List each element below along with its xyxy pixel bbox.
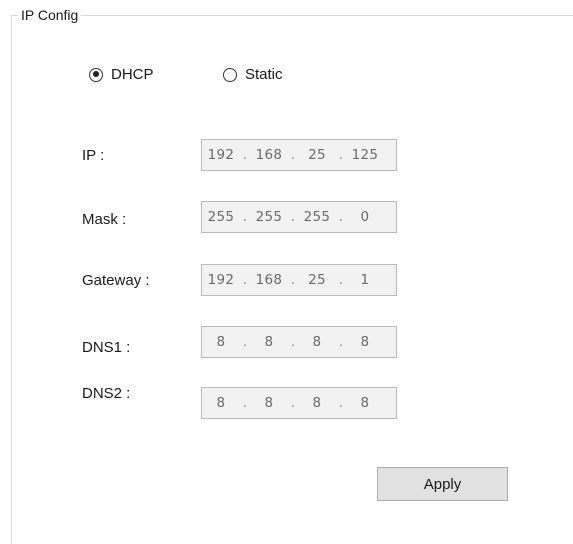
dns1-octet-4[interactable]: 8 xyxy=(346,334,384,350)
ip-address-field[interactable]: 192 . 168 . 25 . 125 xyxy=(201,139,397,171)
gateway-octet-4[interactable]: 1 xyxy=(346,272,384,288)
static-radio-label: Static xyxy=(245,66,283,83)
dhcp-radio-label: DHCP xyxy=(111,66,154,83)
dns1-octet-2[interactable]: 8 xyxy=(250,334,288,350)
octet-separator: . xyxy=(338,147,344,163)
octet-separator: . xyxy=(290,209,296,225)
gateway-octet-2[interactable]: 168 xyxy=(250,272,288,288)
octet-separator: . xyxy=(338,334,344,350)
apply-button[interactable]: Apply xyxy=(377,467,508,501)
dns1-label: DNS1 : xyxy=(82,339,131,356)
octet-separator: . xyxy=(338,209,344,225)
dns2-field[interactable]: 8 . 8 . 8 . 8 xyxy=(201,387,397,419)
dns2-octet-4[interactable]: 8 xyxy=(346,395,384,411)
octet-separator: . xyxy=(242,147,248,163)
octet-separator: . xyxy=(290,395,296,411)
static-radio[interactable]: Static xyxy=(223,66,283,83)
octet-separator: . xyxy=(242,272,248,288)
dns2-label: DNS2 : xyxy=(82,385,131,402)
dns1-octet-1[interactable]: 8 xyxy=(202,334,240,350)
radio-checked-icon xyxy=(89,67,103,82)
gateway-octet-1[interactable]: 192 xyxy=(202,272,240,288)
dns2-octet-1[interactable]: 8 xyxy=(202,395,240,411)
group-title: IP Config xyxy=(18,6,82,24)
gateway-field[interactable]: 192 . 168 . 25 . 1 xyxy=(201,264,397,296)
mask-label: Mask : xyxy=(82,211,127,228)
dns2-octet-3[interactable]: 8 xyxy=(298,395,336,411)
mask-octet-1[interactable]: 255 xyxy=(202,209,240,225)
dhcp-radio[interactable]: DHCP xyxy=(89,66,154,83)
ip-octet-4[interactable]: 125 xyxy=(346,147,384,163)
mask-octet-4[interactable]: 0 xyxy=(346,209,384,225)
mask-octet-3[interactable]: 255 xyxy=(298,209,336,225)
ip-label: IP : xyxy=(82,147,105,164)
dns1-octet-3[interactable]: 8 xyxy=(298,334,336,350)
octet-separator: . xyxy=(290,147,296,163)
octet-separator: . xyxy=(242,209,248,225)
ip-octet-1[interactable]: 192 xyxy=(202,147,240,163)
octet-separator: . xyxy=(338,272,344,288)
octet-separator: . xyxy=(242,395,248,411)
dns2-octet-2[interactable]: 8 xyxy=(250,395,288,411)
ip-octet-2[interactable]: 168 xyxy=(250,147,288,163)
subnet-mask-field[interactable]: 255 . 255 . 255 . 0 xyxy=(201,201,397,233)
octet-separator: . xyxy=(290,334,296,350)
octet-separator: . xyxy=(242,334,248,350)
octet-separator: . xyxy=(338,395,344,411)
radio-unchecked-icon xyxy=(223,67,237,82)
gateway-label: Gateway : xyxy=(82,272,150,289)
octet-separator: . xyxy=(290,272,296,288)
dns1-field[interactable]: 8 . 8 . 8 . 8 xyxy=(201,326,397,358)
gateway-octet-3[interactable]: 25 xyxy=(298,272,336,288)
mask-octet-2[interactable]: 255 xyxy=(250,209,288,225)
ip-octet-3[interactable]: 25 xyxy=(298,147,336,163)
